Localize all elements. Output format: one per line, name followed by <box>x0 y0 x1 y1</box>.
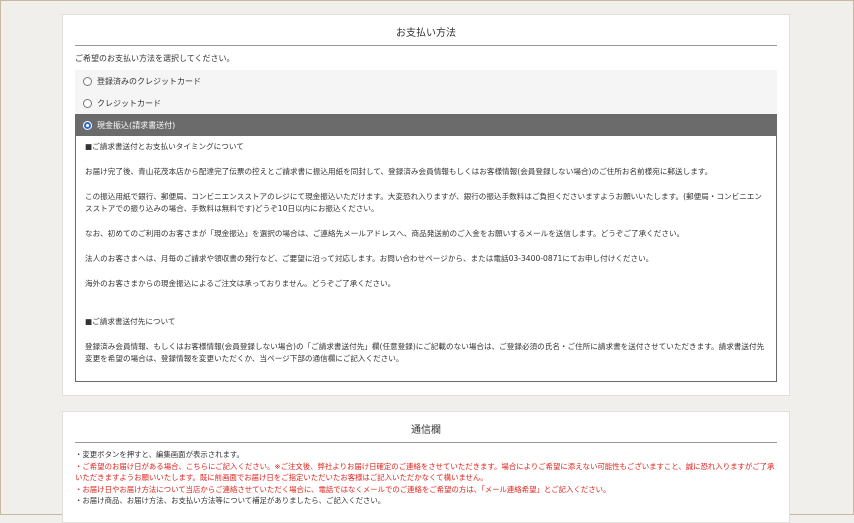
notes-section: 通信欄 ・変更ボタンを押すと、編集画面が表示されます。 ・ご希望のお届け日がある… <box>62 411 790 523</box>
payment-option-credit-card[interactable]: クレジットカード <box>75 92 777 114</box>
notes-title: 通信欄 <box>75 422 777 443</box>
detail-paragraph: お届け完了後、青山花茂本店から配達完了伝票の控えとご請求書に振込用紙を同封して、… <box>85 167 713 176</box>
notes-line-warning: ・お届け日やお届け方法について当店からご連絡させていただく場合に、電話ではなくメ… <box>75 484 611 494</box>
detail-heading: ■ご請求書送付とお支払いタイミングについて <box>85 142 244 151</box>
detail-paragraph: この振込用紙で銀行、郵便局、コンビニエンスストアのレジにて現金振込いただけます。… <box>85 192 762 213</box>
payment-method-section: お支払い方法 ご希望のお支払い方法を選択してください。 登録済みのクレジットカー… <box>62 14 790 396</box>
radio-icon[interactable] <box>83 98 92 108</box>
payment-option-label: クレジットカード <box>97 98 161 108</box>
payment-option-label: 登録済みのクレジットカード <box>97 76 201 86</box>
bank-transfer-details: ■ご請求書送付とお支払いタイミングについて お届け完了後、青山花茂本店から配達完… <box>75 134 777 382</box>
detail-paragraph: なお、初めてのご利用のお客さまが「現金振込」を選択の場合は、ご連絡先メールアドレ… <box>85 229 685 238</box>
notes-line: ・お届け商品、お届け方法、お支払い方法等について補足がありましたら、ご記入くださ… <box>75 496 386 505</box>
detail-paragraph: 海外のお客さまからの現金振込によるご注文は承っておりません。どうぞご了承ください… <box>85 279 396 288</box>
detail-paragraph: 法人のお客さまへは、月毎のご請求や領収書の発行など、ご要望に沿って対応します。お… <box>85 254 654 263</box>
radio-selected-icon[interactable] <box>83 120 92 130</box>
payment-option-bank-transfer[interactable]: 現金振込(請求書送付) <box>75 114 777 136</box>
payment-intro-text: ご希望のお支払い方法を選択してください。 <box>75 54 235 63</box>
radio-icon[interactable] <box>83 76 92 86</box>
detail-paragraph: 登録済み会員情報、もしくはお客様情報(会員登録しない場合)の「ご請求書送付先」欄… <box>85 342 765 363</box>
notes-instructions: ・変更ボタンを押すと、編集画面が表示されます。 ・ご希望のお届け日がある場合、こ… <box>75 449 777 507</box>
payment-option-saved-card[interactable]: 登録済みのクレジットカード <box>75 70 777 92</box>
notes-line-warning: ・ご希望のお届け日がある場合、こちらにご記入ください。※ご注文後、弊社よりお届け… <box>75 461 775 483</box>
payment-option-label: 現金振込(請求書送付) <box>97 120 176 130</box>
payment-method-title: お支払い方法 <box>75 25 777 46</box>
detail-heading: ■ご請求書送付先について <box>85 317 176 326</box>
notes-line: ・変更ボタンを押すと、編集画面が表示されます。 <box>75 450 244 459</box>
